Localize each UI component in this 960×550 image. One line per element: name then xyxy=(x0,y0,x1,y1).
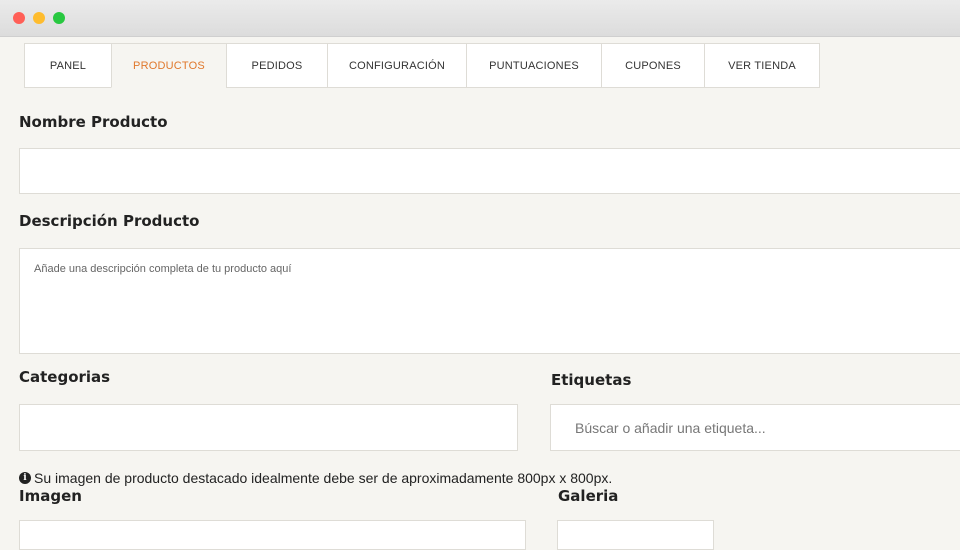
categories-input[interactable] xyxy=(19,404,518,451)
product-description-textarea[interactable] xyxy=(19,248,960,354)
image-size-note-text: Su imagen de producto destacado idealmen… xyxy=(34,470,613,486)
image-size-note: i Su imagen de producto destacado idealm… xyxy=(19,470,612,486)
tab-puntuaciones[interactable]: PUNTUACIONES xyxy=(466,43,601,88)
window-titlebar xyxy=(0,0,960,37)
tags-label: Etiquetas xyxy=(551,371,632,389)
image-upload-box[interactable] xyxy=(19,520,526,550)
tab-bar: PANEL PRODUCTOS PEDIDOS CONFIGURACIÓN PU… xyxy=(24,43,820,89)
tab-pedidos[interactable]: PEDIDOS xyxy=(226,43,327,88)
info-icon: i xyxy=(19,472,31,484)
tab-configuracion[interactable]: CONFIGURACIÓN xyxy=(327,43,466,88)
tab-panel[interactable]: PANEL xyxy=(24,43,111,88)
tab-ver-tienda[interactable]: VER TIENDA xyxy=(704,43,820,88)
tab-cupones[interactable]: CUPONES xyxy=(601,43,704,88)
categories-label: Categorias xyxy=(19,368,111,386)
close-window-button[interactable] xyxy=(13,12,25,24)
gallery-upload-box[interactable] xyxy=(557,520,714,550)
gallery-label: Galeria xyxy=(558,487,619,505)
minimize-window-button[interactable] xyxy=(33,12,45,24)
product-name-input[interactable] xyxy=(19,148,960,194)
product-description-label: Descripción Producto xyxy=(19,212,200,230)
product-name-label: Nombre Producto xyxy=(19,113,168,131)
maximize-window-button[interactable] xyxy=(53,12,65,24)
image-label: Imagen xyxy=(19,487,82,505)
tags-input[interactable] xyxy=(550,404,960,451)
tab-productos[interactable]: PRODUCTOS xyxy=(111,43,226,88)
